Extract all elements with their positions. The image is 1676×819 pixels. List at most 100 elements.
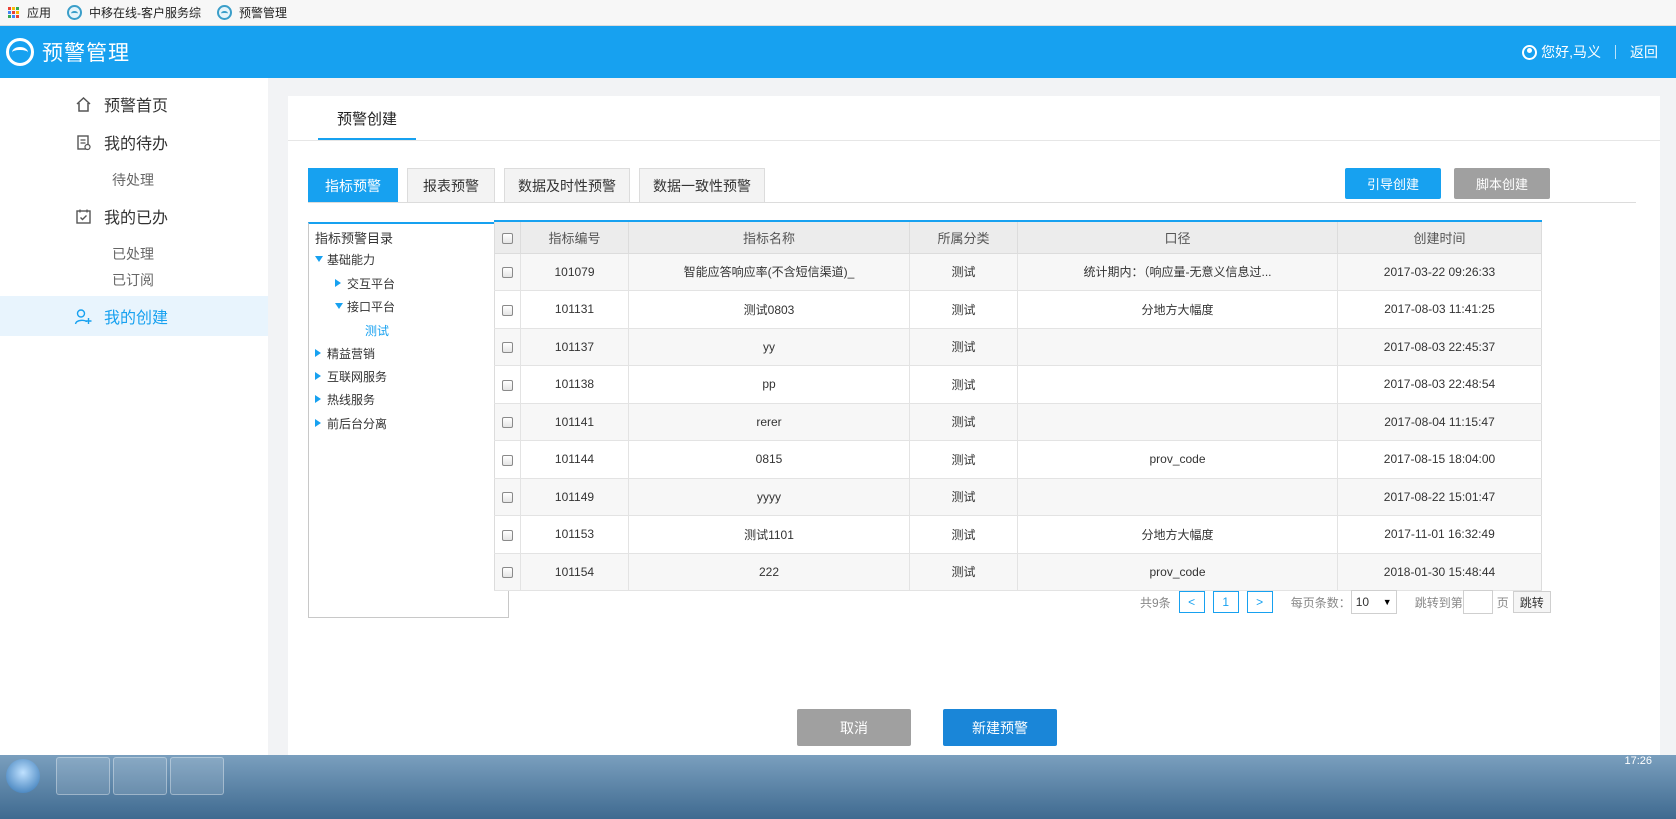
table-row[interactable]: 101153 测试1101 测试 分地方大幅度 2017-11-01 16:32… [494,515,1542,554]
cell-definition [1017,403,1338,441]
page-number-button[interactable]: 1 [1212,591,1239,613]
jump-button[interactable]: 跳转 [1512,591,1551,613]
tree-node-test[interactable]: 测试 [365,319,389,341]
collapsed-caret-icon [315,372,321,380]
new-alert-button[interactable]: 新建预警 [943,709,1057,746]
row-checkbox[interactable] [502,492,513,504]
table-row[interactable]: 101079 智能应答响应率(不含短信渠道)_ 测试 统计期内：（响应量-无意义… [494,253,1542,291]
table-row[interactable]: 101131 测试0803 测试 分地方大幅度 2017-08-03 11:41… [494,290,1542,329]
table-row[interactable]: 101141 rerer 测试 2017-08-04 11:15:47 [494,403,1542,441]
sidebar-subitem-processed[interactable]: 已处理 [112,242,154,266]
guided-create-button[interactable]: 引导创建 [1345,168,1441,199]
cell-name: 测试1101 [628,515,910,554]
alert-type-tabs: 指标预警 报表预警 数据及时性预警 数据一致性预警 [308,168,774,202]
cell-category: 测试 [909,515,1018,554]
script-create-button[interactable]: 脚本创建 [1454,168,1550,199]
cell-id: 101079 [520,253,629,291]
jump-label: 跳转到第 [1414,595,1463,610]
indicator-table: 指标编号 指标名称 所属分类 口径 创建时间 101079 智能应答响应率(不含… [494,220,1542,591]
table-row[interactable]: 101137 yy 测试 2017-08-03 22:45:37 [494,328,1542,366]
row-checkbox[interactable] [502,454,513,466]
tree-node-front-back-separation[interactable]: 前后台分离 [315,412,387,434]
bookmark-label: 应用 [27,6,52,20]
collapsed-caret-icon [315,349,321,357]
row-checkbox[interactable] [502,379,513,391]
table-row[interactable]: 101138 pp 测试 2017-08-03 22:48:54 [494,365,1542,404]
cell-created-time: 2017-03-22 09:26:33 [1337,253,1542,291]
tab-data-timeliness-alert[interactable]: 数据及时性预警 [504,168,630,202]
apps-grid-icon [8,6,20,19]
select-all-cell [494,221,521,254]
row-checkbox[interactable] [502,567,513,579]
tree-node-basic-capability[interactable]: 基础能力 [315,248,375,270]
cell-name: rerer [628,403,910,441]
cell-definition: 分地方大幅度 [1017,290,1338,329]
bookmark-alert-management[interactable]: 预警管理 [217,4,287,21]
bookmark-customer-service[interactable]: 中移在线-客户服务综 [67,4,201,21]
cell-created-time: 2017-11-01 16:32:49 [1337,515,1542,554]
jump-page-input[interactable] [1462,590,1493,614]
taskbar-app-chrome[interactable] [113,757,167,795]
row-checkbox[interactable] [502,342,513,354]
calendar-check-icon [74,207,92,225]
sidebar-subitem-pending[interactable]: 待处理 [112,168,154,192]
column-header-definition[interactable]: 口径 [1017,221,1338,254]
bookmark-apps[interactable]: 应用 [8,4,51,21]
sidebar-subitem-subscribed[interactable]: 已订阅 [112,268,154,292]
row-checkbox[interactable] [502,267,513,279]
taskbar-app-browser[interactable] [56,757,110,795]
cell-definition: 分地方大幅度 [1017,515,1338,554]
sidebar-item-home[interactable]: 预警首页 [0,84,268,124]
globe-icon [67,5,83,20]
sidebar-item-done[interactable]: 我的已办 [0,196,268,236]
column-header-id[interactable]: 指标编号 [520,221,629,254]
cell-category: 测试 [909,253,1018,291]
row-checkbox[interactable] [502,529,513,541]
tree-node-lean-marketing[interactable]: 精益营销 [315,342,375,364]
cell-category: 测试 [909,365,1018,404]
column-header-name[interactable]: 指标名称 [628,221,910,254]
tree-node-internet-service[interactable]: 互联网服务 [315,365,387,387]
tab-report-alert[interactable]: 报表预警 [407,168,495,202]
pagination: 共9条 < 1 > 每页条数： 10 ▼ 跳转到第 页 跳转 [1140,590,1551,614]
collapsed-caret-icon [315,395,321,403]
user-greeting[interactable]: 您好,马义 [1541,42,1601,62]
table-row[interactable]: 101144 0815 测试 prov_code 2017-08-15 18:0… [494,440,1542,479]
prev-page-button[interactable]: < [1178,591,1205,613]
cell-created-time: 2017-08-03 11:41:25 [1337,290,1542,329]
main-panel: 预警创建 指标预警 报表预警 数据及时性预警 数据一致性预警 引导创建 脚本创建… [288,96,1660,810]
header-user-area: 您好,马义 返回 [1522,26,1658,78]
column-header-category[interactable]: 所属分类 [909,221,1018,254]
sidebar-item-todo[interactable]: 我的待办 [0,122,268,162]
tree-node-interaction-platform[interactable]: 交互平台 [335,272,395,294]
row-checkbox[interactable] [502,304,513,316]
clock: 17:26 [1624,755,1652,767]
tab-data-consistency-alert[interactable]: 数据一致性预警 [639,168,765,202]
taskbar-app-other[interactable] [170,757,224,795]
divider [1615,45,1616,59]
table-row[interactable]: 101149 yyyy 测试 2017-08-22 15:01:47 [494,478,1542,516]
table-row[interactable]: 101154 222 测试 prov_code 2018-01-30 15:48… [494,553,1542,591]
tree-node-label: 精益营销 [327,346,376,361]
tab-indicator-alert[interactable]: 指标预警 [308,168,398,202]
tree-node-hotline-service[interactable]: 热线服务 [315,388,375,410]
start-button[interactable] [6,759,40,793]
tree-node-interface-platform[interactable]: 接口平台 [335,295,395,317]
cell-name: 测试0803 [628,290,910,329]
row-checkbox[interactable] [502,417,513,429]
cancel-button[interactable]: 取消 [797,709,911,746]
back-link[interactable]: 返回 [1630,42,1658,62]
per-page-select[interactable]: 10 ▼ [1350,590,1397,614]
sidebar: 预警首页 我的待办 待处理 我的已办 已处理 已订阅 我的创建 [0,78,268,810]
logo-icon [6,38,34,66]
select-all-checkbox[interactable] [502,232,513,244]
next-page-button[interactable]: > [1246,591,1273,613]
divider [288,140,1660,141]
tree-node-label: 前后台分离 [327,416,388,431]
column-header-created-time[interactable]: 创建时间 [1337,221,1542,254]
sidebar-item-my-created[interactable]: 我的创建 [0,296,268,336]
app-header: 预警管理 您好,马义 返回 [0,26,1676,78]
sidebar-item-label: 我的待办 [104,136,169,153]
cell-name: 智能应答响应率(不含短信渠道)_ [628,253,910,291]
page-tab-alert-create[interactable]: 预警创建 [318,106,416,140]
